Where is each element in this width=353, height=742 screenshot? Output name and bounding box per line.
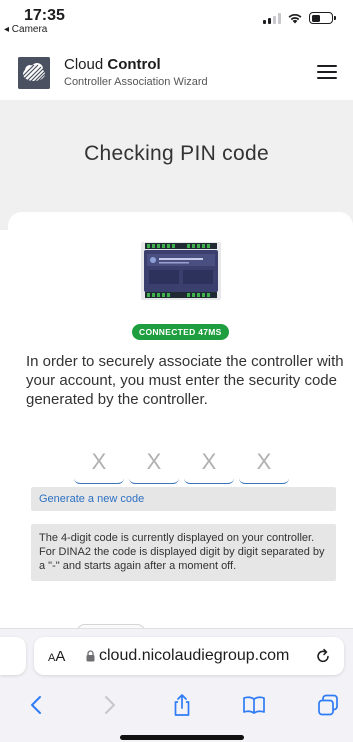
signal-icon xyxy=(263,12,281,24)
site-header: Cloud Control Controller Association Wiz… xyxy=(0,44,353,100)
url-text: cloud.nicolaudiegroup.com xyxy=(99,647,290,664)
hero-band: Checking PIN code xyxy=(0,100,353,230)
brand-name: Cloud Control xyxy=(64,56,161,73)
bookmarks-icon[interactable] xyxy=(240,691,268,719)
forward-chevron-icon[interactable] xyxy=(96,691,124,719)
pin-digit-4-input[interactable] xyxy=(239,440,289,484)
lock-icon xyxy=(86,650,95,662)
brand: Cloud Control Controller Association Wiz… xyxy=(64,56,208,88)
hamburger-menu-icon[interactable] xyxy=(317,65,337,79)
pin-digit-2-input[interactable] xyxy=(129,440,179,484)
connection-status-badge: CONNECTED 47MS xyxy=(132,324,229,340)
wifi-icon xyxy=(288,13,302,24)
pin-digit-1-input[interactable] xyxy=(74,440,124,484)
tabs-icon[interactable] xyxy=(314,691,342,719)
previous-tab-edge[interactable] xyxy=(0,637,26,675)
status-icons xyxy=(263,12,336,24)
wizard-card: CONNECTED 47MS In order to securely asso… xyxy=(8,212,353,642)
status-time: 17:35 xyxy=(24,7,65,24)
pin-input-group xyxy=(74,440,289,484)
reload-icon[interactable] xyxy=(314,647,332,665)
address-bar[interactable]: AAAA cloud.nicolaudiegroup.com xyxy=(34,637,344,675)
browser-bottom-bar: AAAA cloud.nicolaudiegroup.com xyxy=(0,628,353,742)
instructions-text: In order to securely associate the contr… xyxy=(26,353,344,408)
battery-icon xyxy=(309,12,336,24)
share-icon[interactable] xyxy=(168,691,196,719)
home-indicator xyxy=(120,735,244,740)
status-bar: 17:35 ◂ Camera xyxy=(0,0,353,44)
page-title: Checking PIN code xyxy=(84,142,269,165)
code-info-box: The 4-digit code is currently displayed … xyxy=(31,524,336,581)
reader-options-button[interactable]: AAAA xyxy=(48,648,65,665)
back-chevron-icon[interactable] xyxy=(22,691,50,719)
controller-device-image xyxy=(141,242,221,300)
back-to-camera-link[interactable]: ◂ Camera xyxy=(4,24,47,35)
brand-subtitle: Controller Association Wizard xyxy=(64,76,208,88)
cloud-control-logo[interactable] xyxy=(18,57,50,89)
generate-new-code-button[interactable]: Generate a new code xyxy=(31,487,336,511)
pin-digit-3-input[interactable] xyxy=(184,440,234,484)
browser-toolbar xyxy=(0,687,353,723)
